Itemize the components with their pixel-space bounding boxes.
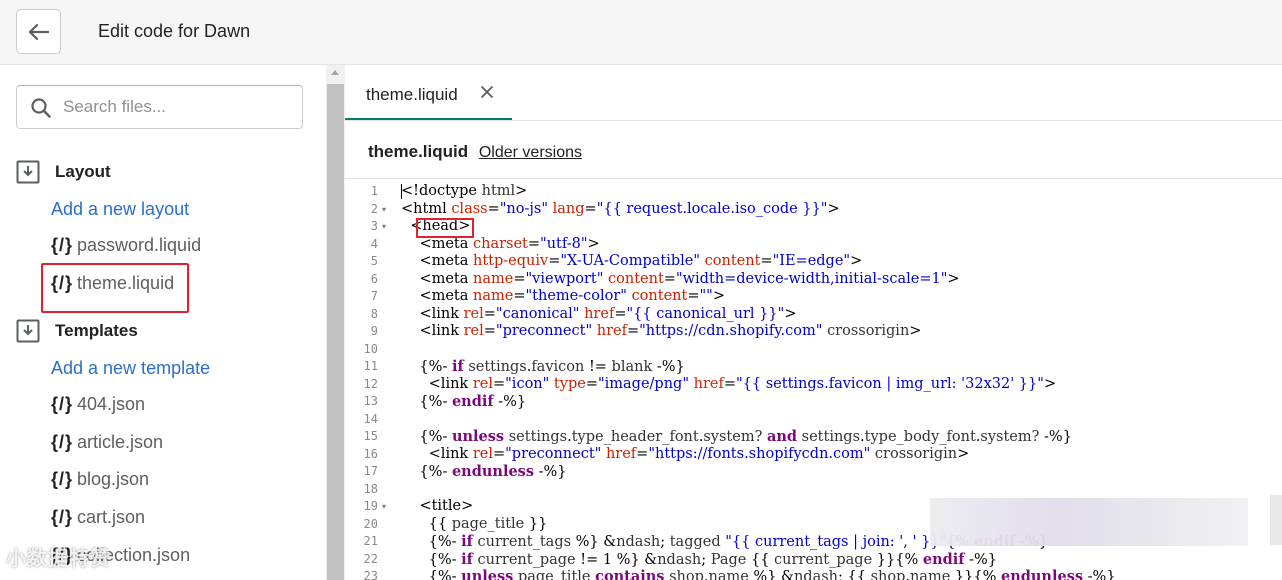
- code-line[interactable]: <meta http-equiv="X-UA-Compatible" conte…: [401, 253, 862, 271]
- code-file-icon: {/}: [51, 507, 74, 527]
- file-item-404-json[interactable]: {/} 404.json: [51, 394, 145, 415]
- section-layout[interactable]: Layout: [16, 159, 111, 185]
- line-number: 17: [363, 464, 378, 478]
- code-line[interactable]: <link rel="icon" type="image/png" href="…: [401, 376, 1056, 394]
- line-number: 13: [363, 394, 378, 408]
- line-number: 21: [363, 534, 378, 548]
- line-number: 4: [370, 236, 378, 251]
- line-number: 12: [363, 376, 378, 391]
- code-line[interactable]: <meta name="theme-color" content="">: [401, 288, 725, 306]
- line-number: 10: [363, 341, 378, 356]
- line-number: 20: [363, 516, 378, 531]
- editor-border: [345, 178, 1282, 179]
- code-line[interactable]: {{ page_title }}: [401, 516, 548, 534]
- line-number: 2: [370, 201, 378, 216]
- add-template-link[interactable]: Add a new template: [51, 358, 210, 379]
- file-item-article-json[interactable]: {/} article.json: [51, 432, 163, 453]
- code-line[interactable]: <link rel="preconnect" href="https://fon…: [401, 446, 970, 464]
- code-line[interactable]: {%- unless settings.type_header_font.sys…: [401, 428, 1072, 447]
- line-number: 9: [370, 324, 378, 338]
- add-layout-link[interactable]: Add a new layout: [51, 199, 189, 220]
- file-name: theme.liquid: [368, 142, 469, 161]
- back-button[interactable]: [16, 9, 61, 54]
- line-number: 22: [363, 551, 378, 566]
- fold-arrow-icon[interactable]: ▾: [382, 498, 386, 516]
- line-number: 7: [370, 289, 378, 303]
- file-label: cart.json: [77, 507, 146, 527]
- watermark-text: 小数据特赞: [6, 548, 111, 570]
- code-line[interactable]: {%- endif -%}: [401, 393, 526, 412]
- page-title: Edit code for Dawn: [98, 21, 251, 41]
- file-label: article.json: [77, 432, 164, 452]
- code-file-icon: {/}: [51, 235, 74, 255]
- line-number: 23: [363, 569, 378, 580]
- line-number: 14: [363, 411, 378, 426]
- code-line[interactable]: <link rel="preconnect" href="https://cdn…: [401, 323, 921, 341]
- line-number: 3: [370, 219, 378, 233]
- line-number: 8: [370, 306, 378, 321]
- fold-arrow-icon[interactable]: ▾: [382, 218, 386, 236]
- blurred-region: [930, 498, 1248, 546]
- text-caret: [401, 184, 402, 199]
- line-gutter: 1 2 ▾ 3 ▾ 4 5 6 7 8 9 10 11 12 13 14 15 16 17 18 19 ▾ 20 21 22 23: [345, 180, 394, 580]
- tab-theme-liquid[interactable]: theme.liquid: [345, 65, 512, 121]
- file-heading: theme.liquid Older versions: [368, 142, 582, 162]
- section-templates[interactable]: Templates: [16, 318, 138, 344]
- file-item-cart-json[interactable]: {/} cart.json: [51, 507, 145, 528]
- line-number: 5: [370, 254, 378, 268]
- file-label: 404.json: [77, 394, 146, 414]
- folder-download-icon: [16, 160, 40, 184]
- code-line[interactable]: {%- if settings.favicon != blank -%}: [401, 358, 684, 377]
- section-label: Layout: [55, 162, 111, 181]
- line-number: 6: [370, 271, 378, 286]
- code-line[interactable]: <link rel="canonical" href="{{ canonical…: [401, 306, 796, 324]
- file-sidebar: Layout Add a new layout {/} password.liq…: [0, 65, 326, 580]
- code-line[interactable]: <meta name="viewport" content="width=dev…: [401, 271, 959, 289]
- scroll-up-arrow-icon[interactable]: [331, 70, 339, 75]
- line-number: 15: [363, 429, 378, 443]
- annotation-highlight-theme-liquid: [41, 263, 189, 313]
- code-file-icon: {/}: [51, 394, 74, 414]
- code-line[interactable]: {%- unless page_title contains shop.name…: [401, 568, 1116, 580]
- code-line[interactable]: <meta charset="utf-8">: [401, 236, 599, 254]
- code-line[interactable]: {%- endunless -%}: [401, 463, 566, 482]
- blurred-region: [1270, 495, 1282, 545]
- tab-divider: [345, 120, 1282, 121]
- section-label: Templates: [55, 321, 138, 340]
- file-item-blog-json[interactable]: {/} blog.json: [51, 469, 149, 490]
- fold-arrow-icon[interactable]: ▾: [382, 201, 386, 219]
- code-file-icon: {/}: [51, 432, 74, 452]
- line-number: 19: [363, 499, 378, 513]
- line-number: 11: [363, 359, 378, 373]
- code-line[interactable]: {%- if current_page != 1 %} &ndash; Page…: [401, 551, 997, 570]
- search-input[interactable]: [63, 94, 288, 120]
- file-label: blog.json: [77, 469, 150, 489]
- line-number: 1: [370, 184, 378, 198]
- code-line[interactable]: <title>: [401, 498, 473, 516]
- older-versions-link[interactable]: Older versions: [479, 144, 582, 161]
- arrow-left-icon: [28, 23, 49, 40]
- search-icon: [31, 98, 51, 118]
- line-number: 18: [363, 481, 378, 496]
- annotation-highlight-head-tag: [416, 218, 474, 238]
- top-bar: Edit code for Dawn: [0, 0, 1282, 65]
- search-box[interactable]: [16, 85, 303, 129]
- close-icon[interactable]: [479, 84, 495, 100]
- tab-label: theme.liquid: [366, 85, 458, 104]
- folder-download-icon: [16, 319, 40, 343]
- file-label: password.liquid: [77, 235, 202, 255]
- code-file-icon: {/}: [51, 469, 74, 489]
- code-line[interactable]: <html class="no-js" lang="{{ request.loc…: [401, 201, 840, 219]
- code-line[interactable]: <!doctype html>: [401, 183, 527, 201]
- sidebar-scroll-thumb[interactable]: [327, 84, 344, 580]
- file-item-password-liquid[interactable]: {/} password.liquid: [51, 235, 201, 256]
- line-number: 16: [363, 446, 378, 461]
